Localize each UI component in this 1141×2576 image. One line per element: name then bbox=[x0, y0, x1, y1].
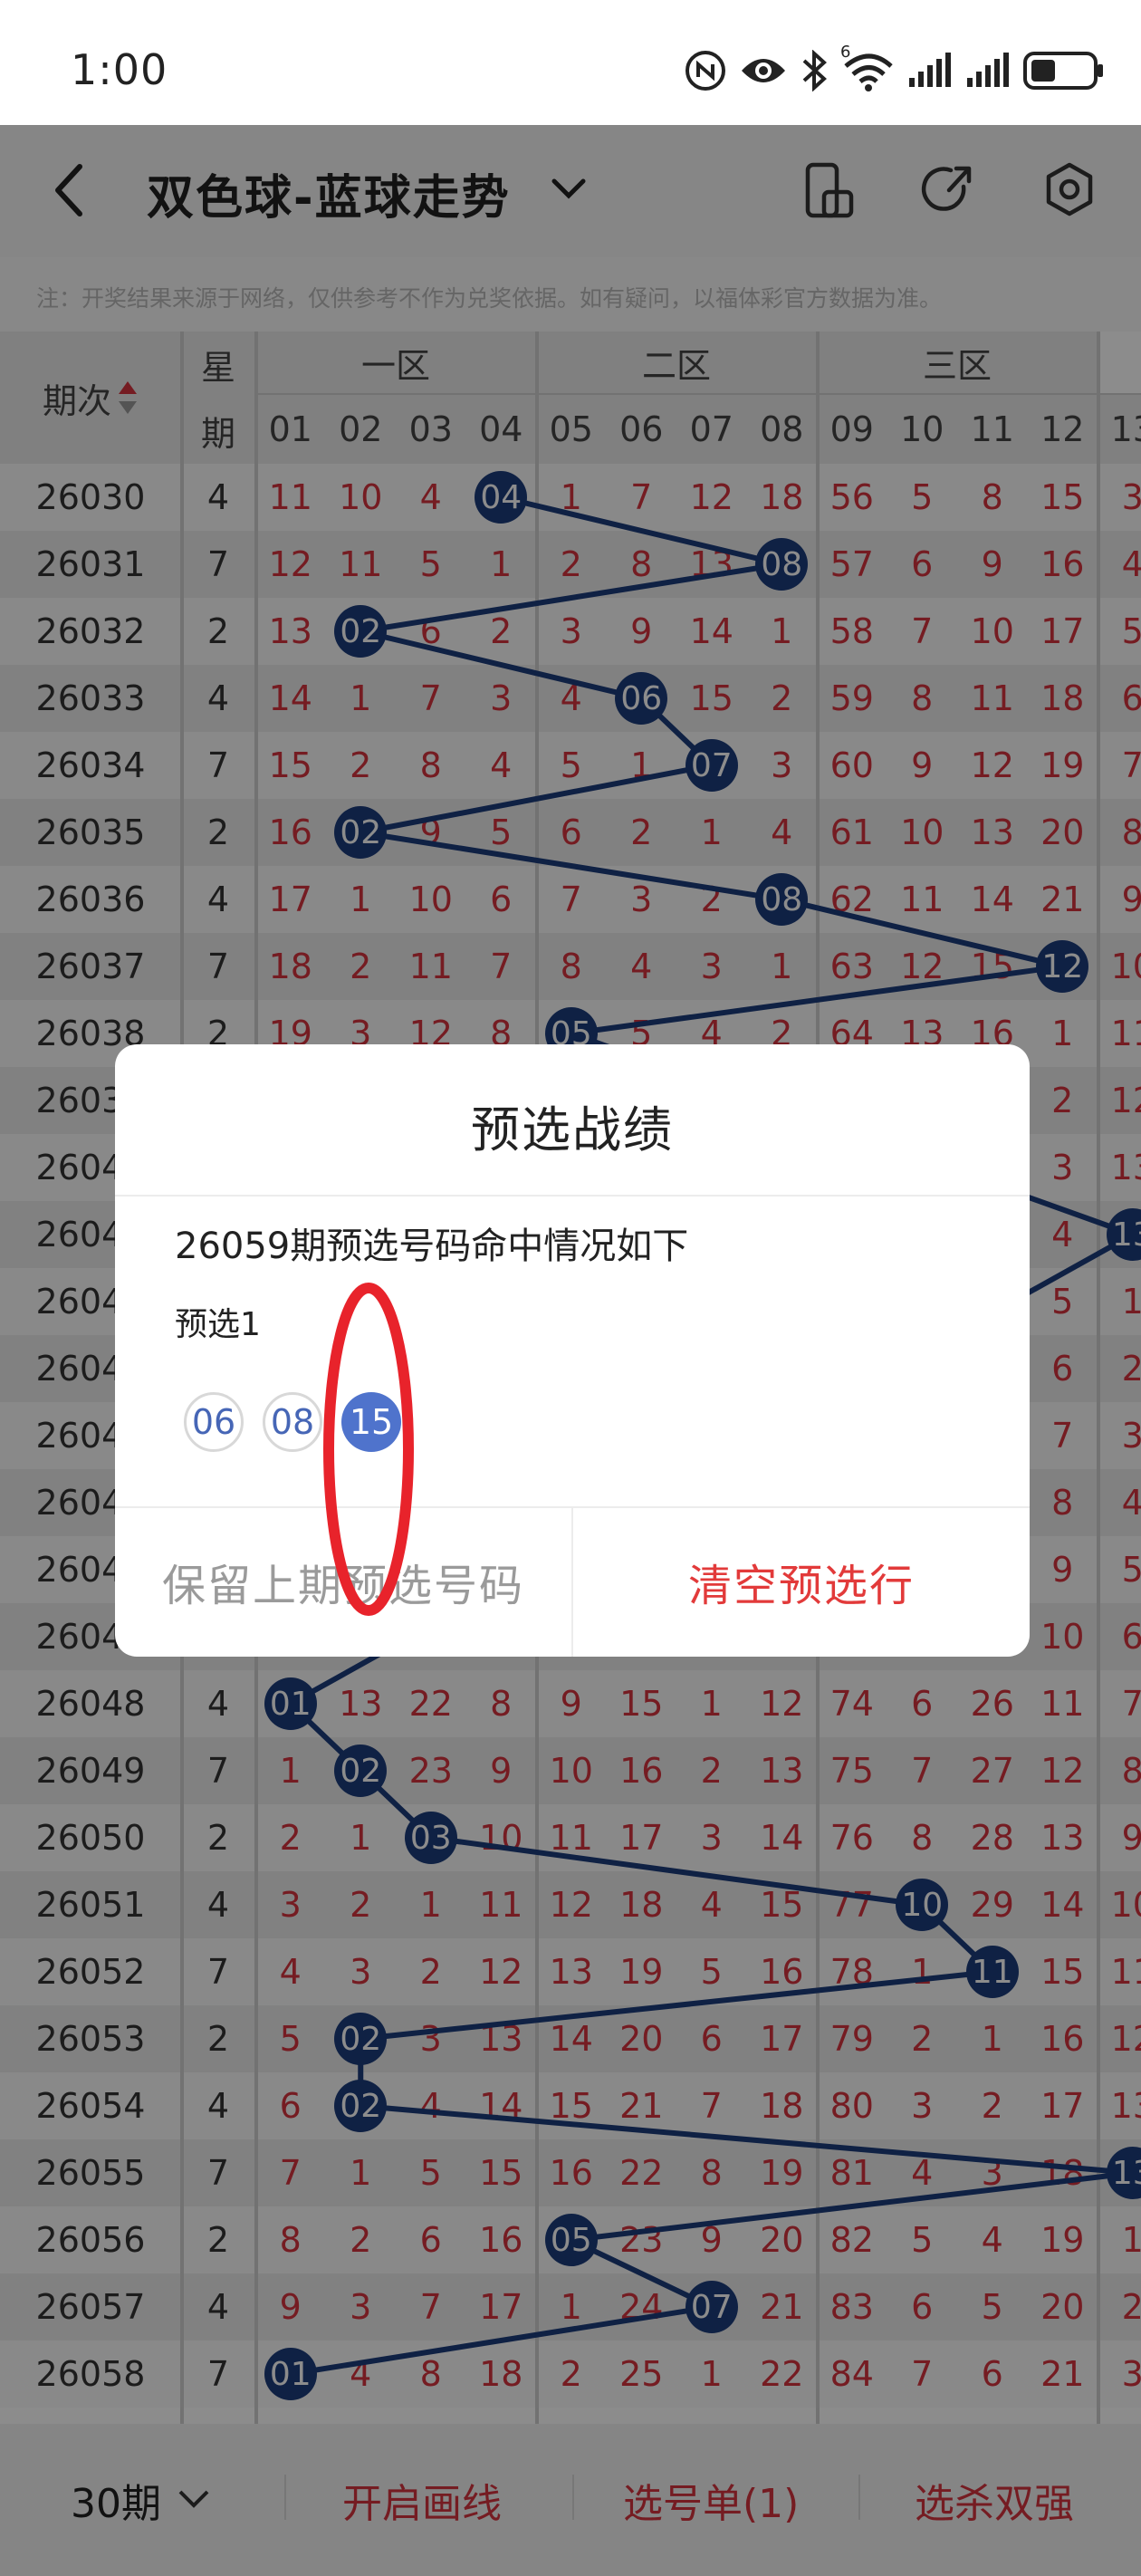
signal-icon bbox=[967, 53, 1009, 87]
status-bar: 1:00 6 bbox=[0, 0, 1141, 125]
status-icons: 6 bbox=[685, 43, 1105, 94]
preselect-result-dialog: 预选战绩 26059期预选号码命中情况如下 预选1 06 08 15 保留上期预… bbox=[115, 1044, 1030, 1657]
preset-name: 预选1 bbox=[175, 1306, 261, 1343]
pick-ball: 08 bbox=[263, 1392, 322, 1452]
dialog-divider bbox=[115, 1195, 1030, 1197]
bluetooth-icon bbox=[802, 50, 827, 91]
modal-backdrop-bottom bbox=[0, 2424, 1141, 2576]
dialog-title: 预选战绩 bbox=[471, 1101, 674, 1158]
wifi-icon: 6 bbox=[840, 43, 895, 91]
wifi-badge: 6 bbox=[840, 43, 851, 62]
clear-preselect-button[interactable]: 清空预选行 bbox=[573, 1506, 1030, 1657]
status-time: 1:00 bbox=[71, 45, 168, 94]
eye-icon bbox=[742, 59, 785, 82]
battery-icon bbox=[1023, 52, 1103, 90]
dialog-summary: 26059期预选号码命中情况如下 bbox=[175, 1226, 689, 1267]
signal-icon bbox=[909, 53, 951, 87]
nfc-icon bbox=[686, 51, 725, 91]
annotation-ellipse bbox=[323, 1283, 414, 1616]
pick-ball: 06 bbox=[184, 1392, 244, 1452]
